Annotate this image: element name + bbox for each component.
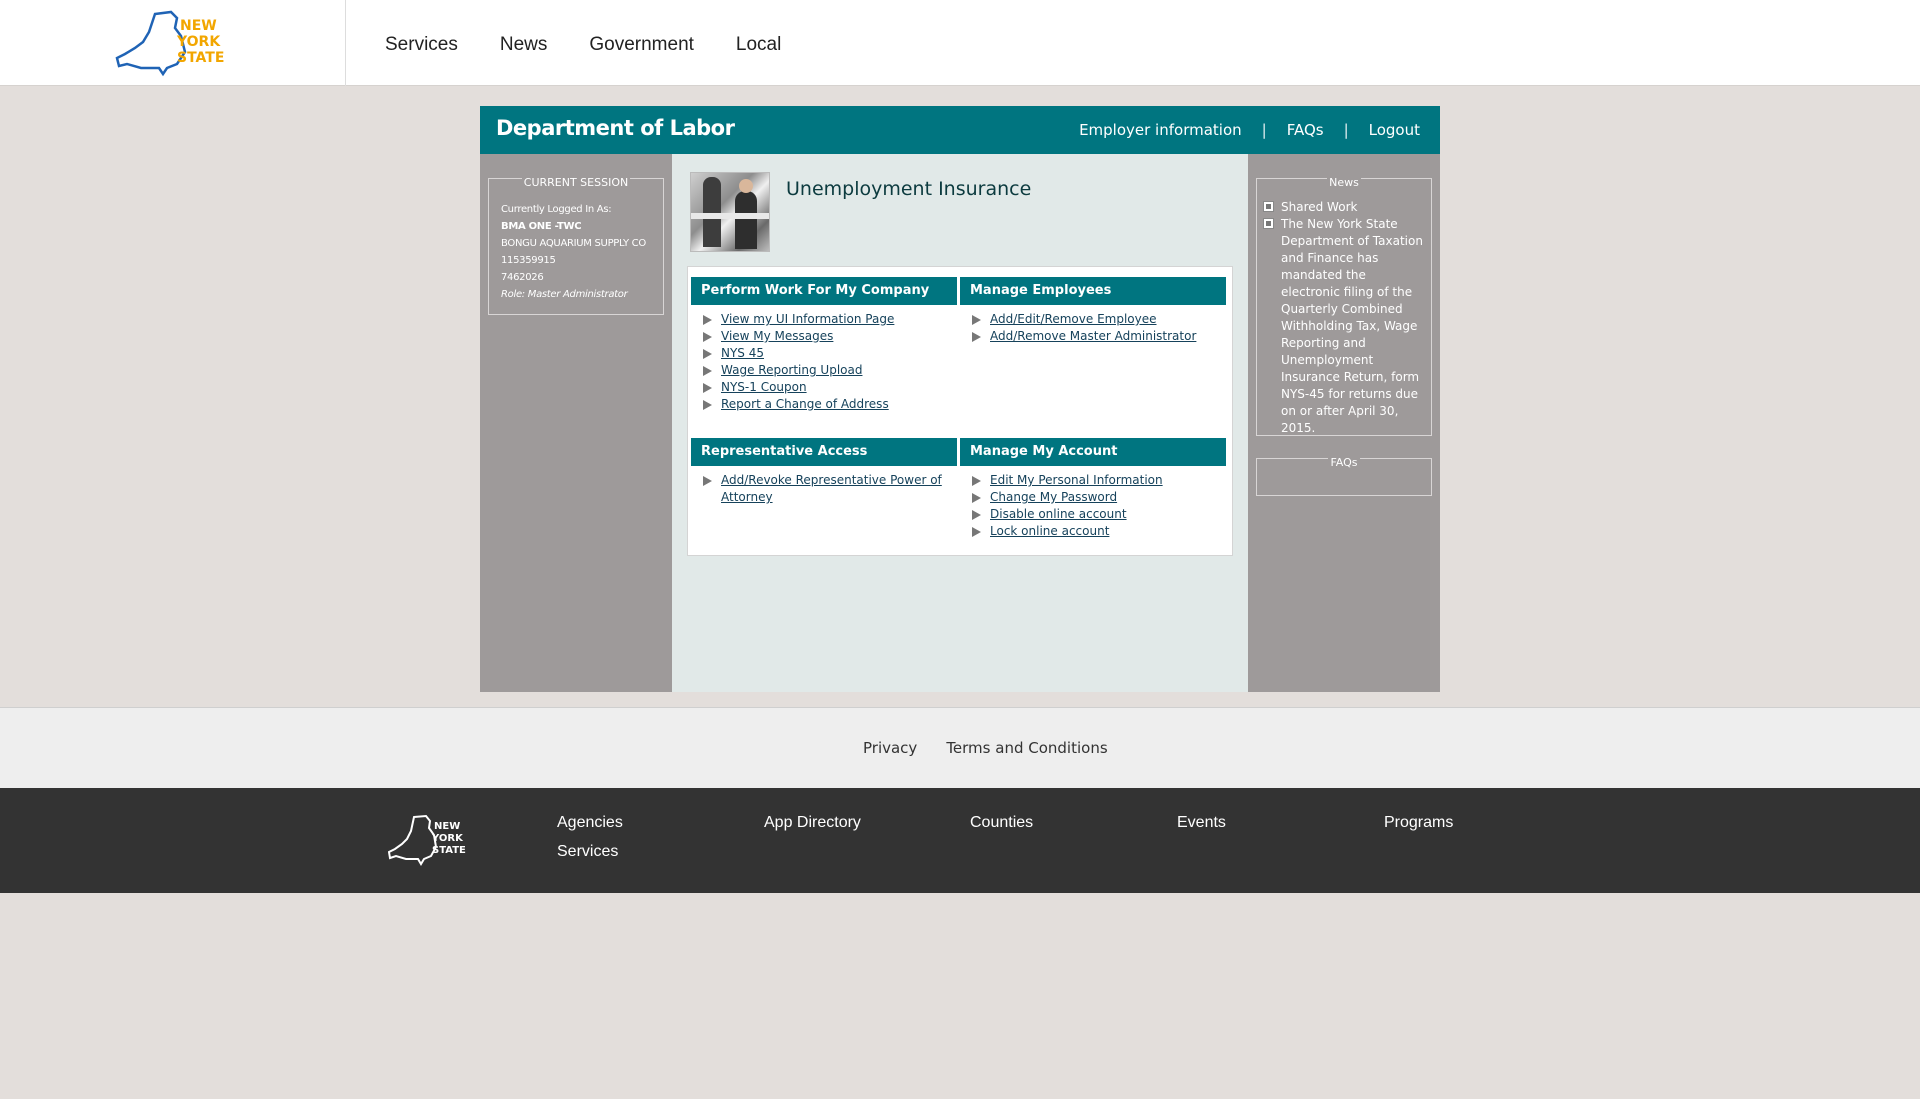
list-item: Disable online account [970,506,1226,523]
app-links: Employer information | FAQs | Logout [1079,121,1420,139]
app-title: Department of Labor [496,116,735,140]
current-session-box: CURRENT SESSION Currently Logged In As: … [488,176,664,315]
news-item-text: Shared Work [1281,200,1358,214]
page-title: Unemployment Insurance [786,178,1032,200]
box-heading: Representative Access [691,438,957,466]
change-password-link[interactable]: Change My Password [990,490,1117,504]
nys-logo[interactable]: NEW YORK STATE [115,8,235,78]
list-item: Add/Revoke Representative Power of Attor… [701,472,957,506]
faqs-link[interactable]: FAQs [1287,121,1324,139]
footer-counties[interactable]: Counties [970,814,1033,832]
nav-local[interactable]: Local [736,34,781,56]
svg-text:STATE: STATE [432,845,466,856]
session-role: Role: Master Administrator [501,289,628,300]
logout-link[interactable]: Logout [1369,121,1420,139]
nys45-link[interactable]: NYS 45 [721,346,764,360]
footer-agencies[interactable]: Agencies [557,814,623,832]
news-item[interactable]: Shared Work [1263,199,1427,216]
footer-nav: NEW YORK STATE Agencies Services App Dir… [0,788,1920,893]
header-divider [345,0,346,86]
svg-text:YORK: YORK [431,833,464,844]
view-ui-information-link[interactable]: View my UI Information Page [721,312,894,326]
edit-personal-info-link[interactable]: Edit My Personal Information [990,473,1163,487]
link-separator: | [1261,121,1267,139]
svg-text:STATE: STATE [177,50,224,66]
box-heading: Perform Work For My Company [691,277,957,305]
nav-services[interactable]: Services [385,34,458,56]
list-item: View My Messages [701,328,957,345]
box-perform-work: Perform Work For My Company View my UI I… [691,277,957,413]
footer-events[interactable]: Events [1177,814,1226,832]
wage-reporting-upload-link[interactable]: Wage Reporting Upload [721,363,862,377]
nys-footer-logo[interactable]: NEW YORK STATE [388,813,473,868]
employer-information-link[interactable]: Employer information [1079,121,1242,139]
session-id2: 7462026 [501,272,544,283]
list-item: NYS-1 Coupon [701,379,957,396]
box-manage-account: Manage My Account Edit My Personal Infor… [960,438,1226,540]
svg-text:NEW: NEW [434,821,460,832]
add-edit-remove-employee-link[interactable]: Add/Edit/Remove Employee [990,312,1157,326]
right-sidebar: News Shared Work The New York State Depa… [1248,154,1440,692]
list-item: Add/Remove Master Administrator [970,328,1226,345]
nav-news[interactable]: News [500,34,548,56]
lock-account-link[interactable]: Lock online account [990,524,1109,538]
terms-link[interactable]: Terms and Conditions [946,739,1107,757]
box-representative-access: Representative Access Add/Revoke Represe… [691,438,957,506]
news-legend: News [1327,176,1361,189]
privacy-link[interactable]: Privacy [863,739,917,757]
box-heading: Manage Employees [960,277,1226,305]
list-item: View my UI Information Page [701,311,957,328]
app-header: Department of Labor Employer information… [480,106,1440,154]
nav-government[interactable]: Government [589,34,694,56]
box-heading: Manage My Account [960,438,1226,466]
view-messages-link[interactable]: View My Messages [721,329,833,343]
svg-text:YORK: YORK [176,34,221,50]
footer-app-directory[interactable]: App Directory [764,814,861,832]
list-item: Change My Password [970,489,1226,506]
session-company: BONGU AQUARIUM SUPPLY CO [501,238,646,249]
dol-app: Department of Labor Employer information… [480,106,1440,692]
nys1-coupon-link[interactable]: NYS-1 Coupon [721,380,807,394]
news-list: Shared Work The New York State Departmen… [1263,199,1427,437]
footer-services[interactable]: Services [557,843,618,861]
news-item[interactable]: The New York State Department of Taxatio… [1263,216,1427,437]
list-item: Add/Edit/Remove Employee [970,311,1226,328]
logged-in-as-label: Currently Logged In As: [501,204,612,215]
footer-programs[interactable]: Programs [1384,814,1453,832]
session-legend: CURRENT SESSION [521,176,631,189]
change-address-link[interactable]: Report a Change of Address [721,397,889,411]
list-item: NYS 45 [701,345,957,362]
main-content: Unemployment Insurance Perform Work For … [672,154,1248,692]
session-user: BMA ONE -TWC [501,221,582,232]
representative-poa-link[interactable]: Add/Revoke Representative Power of Attor… [721,473,942,504]
session-id1: 115359915 [501,255,556,266]
task-panel: Perform Work For My Company View my UI I… [687,266,1233,556]
faqs-legend: FAQs [1328,456,1360,469]
expand-icon[interactable] [1263,218,1274,229]
add-remove-master-admin-link[interactable]: Add/Remove Master Administrator [990,329,1196,343]
list-item: Wage Reporting Upload [701,362,957,379]
site-header: NEW YORK STATE Services News Government … [0,0,1920,86]
expand-icon[interactable] [1263,201,1274,212]
ui-photo [690,172,770,252]
box-manage-employees: Manage Employees Add/Edit/Remove Employe… [960,277,1226,345]
svg-text:NEW: NEW [180,18,217,34]
disable-account-link[interactable]: Disable online account [990,507,1127,521]
left-sidebar: CURRENT SESSION Currently Logged In As: … [480,154,672,692]
news-box: News Shared Work The New York State Depa… [1256,176,1432,437]
faqs-box: FAQs [1256,456,1432,496]
top-nav: Services News Government Local [385,34,781,56]
news-item-text: The New York State Department of Taxatio… [1281,217,1423,435]
list-item: Lock online account [970,523,1226,540]
session-details: Currently Logged In As: BMA ONE -TWC BON… [501,201,646,303]
list-item: Report a Change of Address [701,396,957,413]
link-separator: | [1343,121,1349,139]
footer-legal: Privacy Terms and Conditions [0,707,1920,788]
list-item: Edit My Personal Information [970,472,1226,489]
